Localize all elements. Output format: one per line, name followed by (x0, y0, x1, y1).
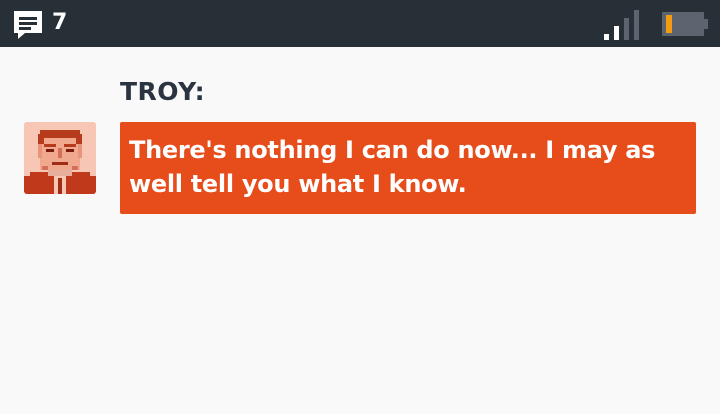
battery-low-icon (662, 12, 708, 36)
signal-strength-icon (604, 10, 639, 40)
speech-bubble[interactable]: There's nothing I can do now... I may as… (120, 122, 696, 214)
message-icon[interactable] (11, 8, 45, 42)
speaker-name: TROY: (120, 77, 206, 106)
message-count: 7 (52, 10, 68, 35)
dialogue-text: There's nothing I can do now... I may as… (129, 136, 656, 198)
speaker-avatar (24, 122, 96, 194)
troy-portrait (24, 122, 96, 194)
status-bar: 7 (0, 0, 720, 47)
